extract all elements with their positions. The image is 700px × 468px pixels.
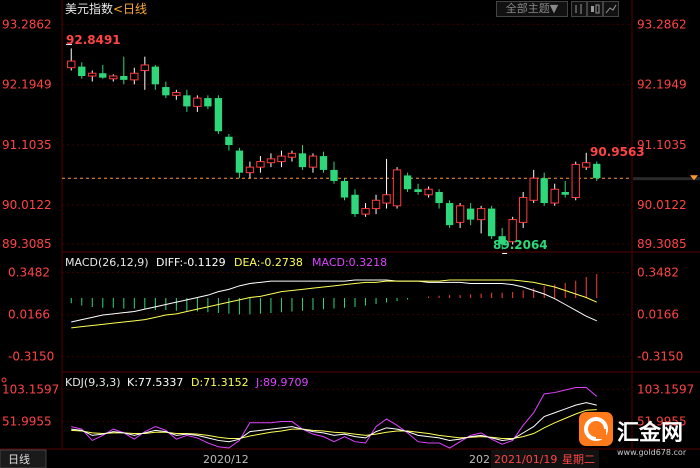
candle-down xyxy=(151,66,160,85)
candle-up xyxy=(582,162,591,168)
kdj-k-value: K:77.5337 xyxy=(127,376,183,389)
candle-down xyxy=(225,136,233,146)
macd-macd-value: MACD:0.3218 xyxy=(312,256,387,269)
candle-down xyxy=(593,163,601,179)
x-axis-date-label-2: 202 xyxy=(469,453,490,466)
candle-up xyxy=(277,155,286,163)
candle-up xyxy=(455,205,465,223)
candle-down xyxy=(298,153,307,168)
macd-tick-right: -0.3150 xyxy=(637,350,683,364)
candle-up xyxy=(172,92,181,96)
candle-down xyxy=(183,95,191,107)
crosshair-date: 2021/01/19 xyxy=(494,453,557,466)
candle-up xyxy=(88,72,97,77)
price-tick-left: 89.3085 xyxy=(2,237,52,251)
candle-down xyxy=(351,194,359,215)
kdj-tick-left: 103.1597 xyxy=(2,382,59,396)
kdj-tick-left: 51.9955 xyxy=(2,415,52,429)
candle-down xyxy=(235,150,244,173)
candle-up xyxy=(266,158,276,164)
candle-up xyxy=(361,208,370,215)
candle-up xyxy=(245,166,255,174)
candle-up xyxy=(256,161,265,168)
price-tick-left: 93.2862 xyxy=(2,17,52,31)
macd-dea-value: DEA:-0.2738 xyxy=(234,256,303,269)
candle-down xyxy=(487,208,496,237)
macd-tick-right: 0.0166 xyxy=(637,308,679,322)
kdj-k-line xyxy=(71,402,597,443)
price-tick-left: 90.0122 xyxy=(2,198,52,212)
low-label: 89.2064 xyxy=(493,238,548,252)
candle-up xyxy=(392,169,402,207)
candle-down xyxy=(78,66,86,76)
brand-url: www.gold678.com xyxy=(617,448,686,457)
kdj-panel xyxy=(71,387,598,449)
candle-down xyxy=(466,208,475,220)
dollar-index-chart: 93.2862 93.286292.1949 92.194991.1035 91.10… xyxy=(0,0,700,468)
brand-name: 汇金网 xyxy=(617,420,683,446)
chart-axes: 93.2862 93.286292.1949 92.194991.1035 91.10… xyxy=(1,17,694,429)
candle-down xyxy=(435,192,443,204)
macd-tick-left: 0.3482 xyxy=(8,266,50,280)
kdj-d-line xyxy=(71,409,597,440)
kdj-params: KDJ(9,3,3) xyxy=(65,376,121,389)
price-tick-right: 90.0122 xyxy=(637,198,687,212)
candle-up xyxy=(67,60,76,69)
kdj-j-value: J:89.9709 xyxy=(255,376,308,389)
candle-down xyxy=(340,180,349,198)
kdj-tick-right: 103.1597 xyxy=(637,382,694,396)
candle-down xyxy=(403,175,412,190)
candles-icon[interactable] xyxy=(587,1,603,17)
candle-down xyxy=(330,169,338,181)
recent-high-label: 90.9563 xyxy=(590,145,645,159)
macd-diff-value: DIFF:-0.1129 xyxy=(156,256,226,269)
candle-down xyxy=(99,73,107,78)
candle-down xyxy=(414,189,422,192)
candle-down xyxy=(445,203,454,226)
period-tab-label: 日线 xyxy=(8,452,30,466)
candle-up xyxy=(109,75,118,80)
x-axis-date-label: 2020/12 xyxy=(203,453,249,466)
candle-down xyxy=(204,98,212,107)
candle-up xyxy=(193,97,202,107)
price-tick-left: 92.1949 xyxy=(2,78,52,92)
macd-tick-right: 0.3482 xyxy=(637,266,679,280)
macd-panel xyxy=(70,274,598,329)
candle-down xyxy=(540,178,548,204)
price-tick-left: 91.1035 xyxy=(2,138,52,152)
candle-up xyxy=(140,64,150,71)
candle-up xyxy=(571,163,580,199)
candle-up xyxy=(382,194,391,204)
chart-title: 美元指数 xyxy=(65,1,113,16)
macd-tick-left: -0.3150 xyxy=(8,350,54,364)
candle-up xyxy=(371,199,381,210)
brand-logo: 汇金网 www.gold678.com xyxy=(578,407,691,459)
high-label: 92.8491 xyxy=(66,33,121,47)
period-link[interactable]: <日线 xyxy=(113,2,147,16)
candle-down xyxy=(214,98,223,132)
candle-up xyxy=(424,188,433,196)
candle-down xyxy=(561,192,569,195)
candle-up xyxy=(308,155,318,168)
candle-up xyxy=(287,152,297,158)
candle-up xyxy=(518,197,528,223)
theme-select[interactable]: 全部主题▼ xyxy=(496,1,568,17)
candle-down xyxy=(120,76,128,80)
price-tick-right: 92.1949 xyxy=(637,78,687,92)
macd-params: MACD(26,12,9) xyxy=(65,256,149,269)
candle-up xyxy=(550,188,559,204)
candle-down xyxy=(162,87,170,96)
candle-up xyxy=(130,72,139,81)
kdj-j-line xyxy=(71,387,598,449)
price-tick-right: 89.3085 xyxy=(637,237,687,251)
price-tick-right: 93.2862 xyxy=(637,17,687,31)
candle-up xyxy=(529,177,538,201)
current-price-marker xyxy=(633,177,700,181)
candle-down xyxy=(319,156,328,170)
candle-up xyxy=(476,208,486,221)
bars-icon[interactable] xyxy=(571,1,587,17)
kdj-d-value: D:71.3152 xyxy=(191,376,249,389)
lines-icon[interactable] xyxy=(603,1,619,17)
macd-tick-left: 0.0166 xyxy=(8,308,50,322)
